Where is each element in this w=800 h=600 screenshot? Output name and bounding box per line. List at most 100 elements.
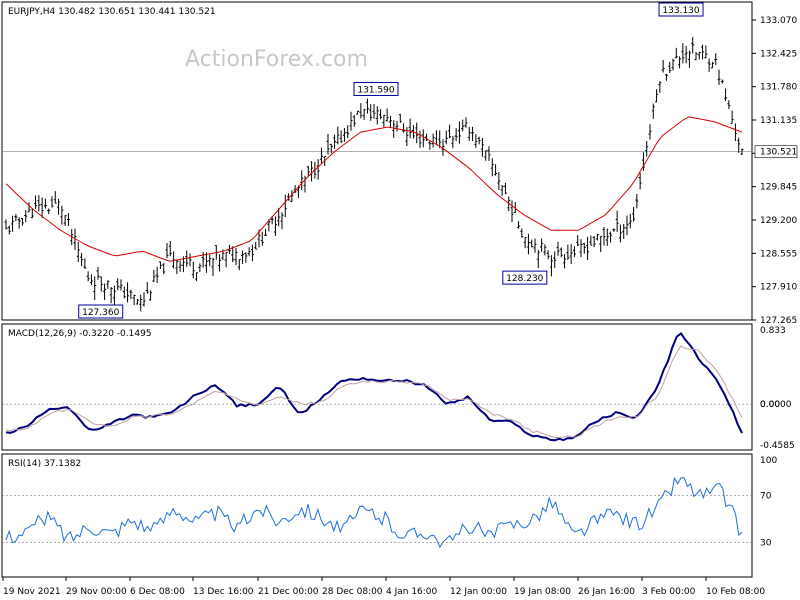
ohlc-bar [559,247,563,258]
ohlc-bar [80,253,84,267]
ohlc-bar [244,252,248,263]
macd-line [5,331,743,442]
ohlc-bar [326,133,330,155]
ohlc-bar [254,241,258,250]
ohlc-bar [132,294,136,306]
rsi-axis-label: 70 [760,491,772,501]
ohlc-bar [241,250,245,265]
ohlc-bar [720,79,724,84]
ohlc-bar [204,252,208,273]
ohlc-bar [533,238,537,253]
ohlc-bar [628,213,632,229]
ohlc-bar [599,235,603,253]
ohlc-bar [444,130,448,145]
ohlc-bar [526,233,530,255]
ohlc-bar [300,170,304,190]
ohlc-bar [359,103,363,119]
macd-panel-frame [1,323,753,451]
ohlc-bar [658,81,662,93]
ohlc-bar [477,136,481,145]
ohlc-bar [678,56,682,69]
price-axis-label: 132.425 [760,49,797,59]
ohlc-bar [86,271,90,282]
ohlc-bar [520,228,524,238]
ohlc-bar [454,128,458,141]
ohlc-bar [152,269,156,283]
price-axis-label: 133.070 [760,16,797,26]
ohlc-bar [622,223,626,239]
ohlc-bar [576,235,580,247]
ohlc-bar [648,124,652,140]
ohlc-bar [707,58,711,72]
ohlc-bar [379,109,383,120]
ohlc-bar [260,231,264,246]
ohlc-bar [733,123,737,142]
ohlc-bar [50,196,54,208]
ohlc-bar [53,191,57,204]
ohlc-bar [195,272,199,282]
ohlc-bar [122,286,126,299]
ohlc-bar [103,283,107,300]
ohlc-bar [687,50,691,68]
ohlc-bar [490,158,494,177]
ohlc-bar [191,261,195,279]
ohlc-bar [651,103,655,119]
ohlc-bar [336,126,340,145]
ohlc-bar [710,61,714,69]
macd-axis-label: 0.833 [760,326,786,336]
ohlc-bar [369,104,373,121]
ohlc-bar [618,224,622,243]
ohlc-bar [474,134,478,148]
ohlc-bar [645,141,649,157]
ohlc-bar [408,118,412,139]
ohlc-bar [375,106,379,125]
ohlc-bar [569,244,573,264]
ohlc-bar [237,259,241,271]
ohlc-bar [158,261,162,270]
ohlc-bar [234,248,238,266]
ohlc-bar [546,250,550,260]
pivot-label: 133.130 [662,6,699,16]
ohlc-bar [681,43,685,64]
ohlc-bar [14,213,18,222]
time-axis-label: 4 Jan 16:00 [386,587,438,597]
ohlc-bar [510,200,514,223]
time-axis-label: 3 Feb 00:00 [642,587,696,597]
ohlc-bar [461,119,465,132]
pivot-label: 127.360 [82,308,119,318]
moving-average-line [5,116,743,262]
ohlc-bar [24,209,28,223]
ohlc-bar [57,198,61,215]
ohlc-bar [211,257,215,277]
chart-canvas: ActionForex.com EURJPY,H4 130.482 130.65… [1,1,797,597]
ohlc-bar [4,219,8,230]
ohlc-bar [503,182,507,195]
macd-zero-label: 0.00 [760,400,780,410]
ohlc-bar [418,130,422,148]
ohlc-bar [356,110,360,115]
price-axis-label: 127.265 [760,316,797,326]
ohlc-bar [572,246,576,258]
time-axis-label: 19 Jan 08:00 [514,587,571,597]
ohlc-bar [139,294,143,312]
price-axis-label: 131.135 [760,116,797,126]
ohlc-bar [17,217,21,229]
pivot-label: 131.590 [357,85,394,95]
ohlc-bar [224,251,228,268]
ohlc-bar [467,126,471,141]
ohlc-bar [112,285,116,306]
ohlc-bar [684,45,688,64]
ohlc-bar [218,254,222,272]
macd-panel-title: MACD(12,26,9) -0.3220 -0.1495 [8,329,152,339]
ohlc-bar [727,100,731,110]
ohlc-bar [316,159,320,180]
ohlc-bar [126,282,130,303]
ohlc-bar [43,198,47,209]
ohlc-bar [612,228,616,232]
time-axis-label: 21 Dec 00:00 [258,587,319,597]
ohlc-bar [730,110,734,124]
ohlc-bar [431,133,435,148]
pivot-label: 128.230 [506,274,543,284]
ohlc-bar [339,130,343,144]
ohlc-bar [632,206,636,222]
